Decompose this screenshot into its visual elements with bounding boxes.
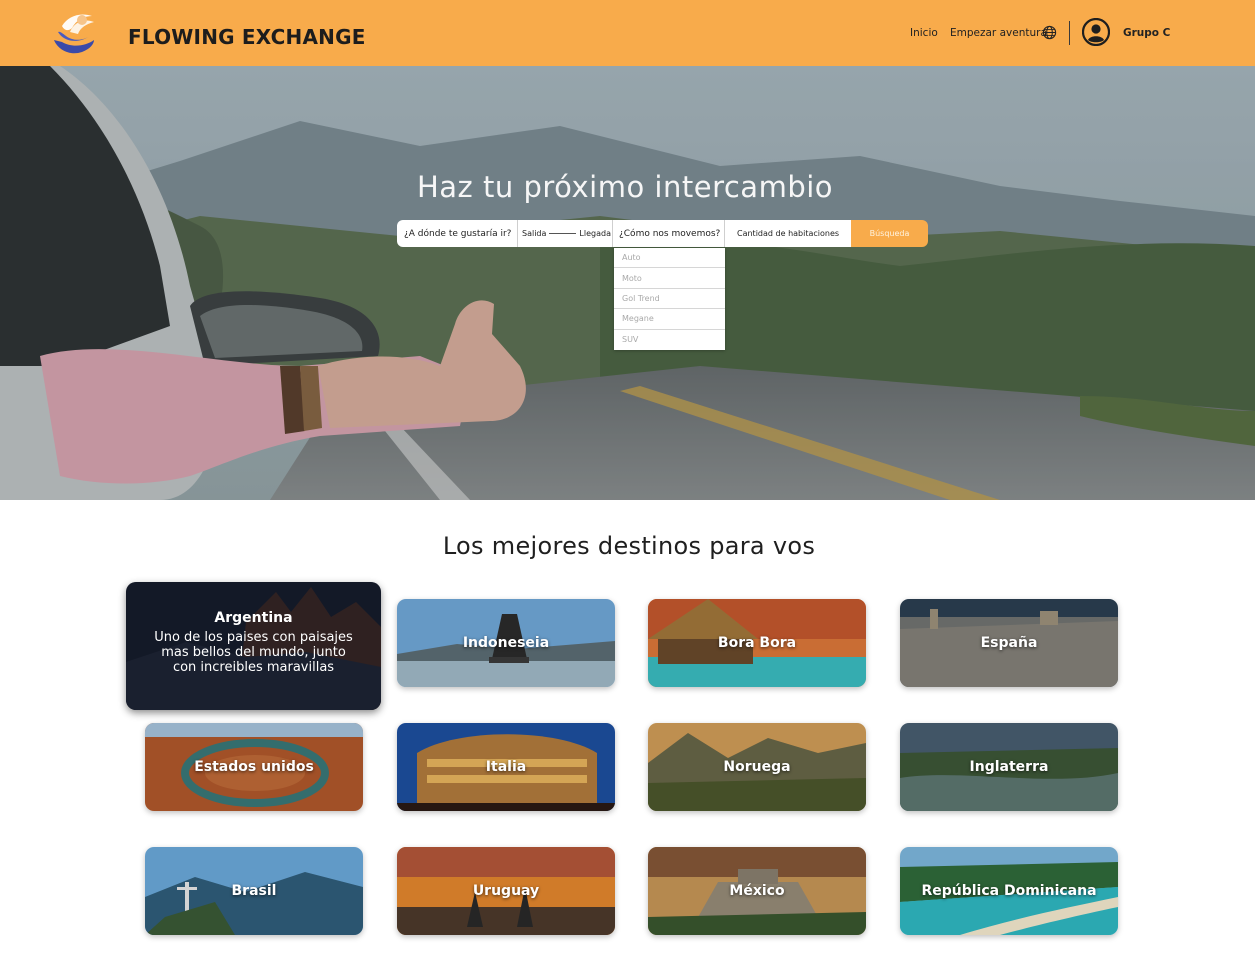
destination-name: Noruega [723,759,791,775]
destination-name: Brasil [231,883,277,899]
user-name[interactable]: Grupo C [1123,27,1170,39]
destination-card-espana[interactable]: España [900,599,1118,687]
destination-name: República Dominicana [921,883,1097,899]
destination-name: Indoneseia [462,635,550,651]
departure-date[interactable]: Salida [522,229,546,238]
destination-name: España [980,635,1038,651]
destination-name: Estados unidos [194,759,314,775]
search-button[interactable]: Búsqueda [851,220,928,247]
destination-card-uruguay[interactable]: Uruguay [397,847,615,935]
transport-option[interactable]: Auto [614,248,725,269]
destination-card-mexico[interactable]: México [648,847,866,935]
destination-card-brasil[interactable]: Brasil [145,847,363,935]
nav-link-inicio[interactable]: Inicio [910,27,938,39]
transport-option[interactable]: Megane [614,309,725,330]
globe-icon[interactable] [1042,25,1057,40]
top-navbar: FLOWING EXCHANGE Inicio Empezar aventura… [0,0,1255,66]
destination-card-republica-dominicana[interactable]: República Dominicana [900,847,1118,935]
destinations-heading: Los mejores destinos para vos [442,532,816,560]
brand-name[interactable]: FLOWING EXCHANGE [128,25,366,49]
nav-link-empezar-aventura[interactable]: Empezar aventura [950,27,1047,39]
destination-name: Inglaterra [969,759,1049,775]
destination-card-italia[interactable]: Italia [397,723,615,811]
user-avatar-icon[interactable] [1082,18,1110,46]
transport-select[interactable]: ¿Cómo nos movemos? [613,220,725,247]
destination-name: México [729,883,785,899]
hands-logo-icon[interactable] [48,6,100,60]
transport-option[interactable]: SUV [614,330,725,350]
transport-option[interactable]: Gol Trend [614,289,725,310]
featured-destination-description: Uno de los paises con paisajes mas bello… [154,630,353,675]
destination-input[interactable]: ¿A dónde te gustaría ir? [397,220,518,247]
date-range-selector[interactable]: Salida Llegada [518,220,613,247]
rooms-select[interactable]: Cantidad de habitaciones [725,220,851,247]
featured-destination-title: Argentina [214,610,293,626]
destination-name: Italia [485,759,527,775]
destination-card-inglaterra[interactable]: Inglaterra [900,723,1118,811]
date-arrow-icon [549,233,577,234]
arrival-date[interactable]: Llegada [579,229,611,238]
destination-name: Bora Bora [717,635,797,651]
nav-divider [1069,21,1070,45]
destination-name: Uruguay [472,883,540,899]
hero-title: Haz tu próximo intercambio [416,170,834,204]
transport-dropdown: Auto Moto Gol Trend Megane SUV [614,248,725,350]
destination-card-argentina[interactable]: Argentina Uno de los paises con paisajes… [126,582,381,710]
search-bar: ¿A dónde te gustaría ir? Salida Llegada … [397,220,928,247]
destination-card-noruega[interactable]: Noruega [648,723,866,811]
destination-card-bora-bora[interactable]: Bora Bora [648,599,866,687]
destination-card-estados-unidos[interactable]: Estados unidos [145,723,363,811]
destination-card-indonesia[interactable]: Indoneseia [397,599,615,687]
transport-option[interactable]: Moto [614,268,725,289]
